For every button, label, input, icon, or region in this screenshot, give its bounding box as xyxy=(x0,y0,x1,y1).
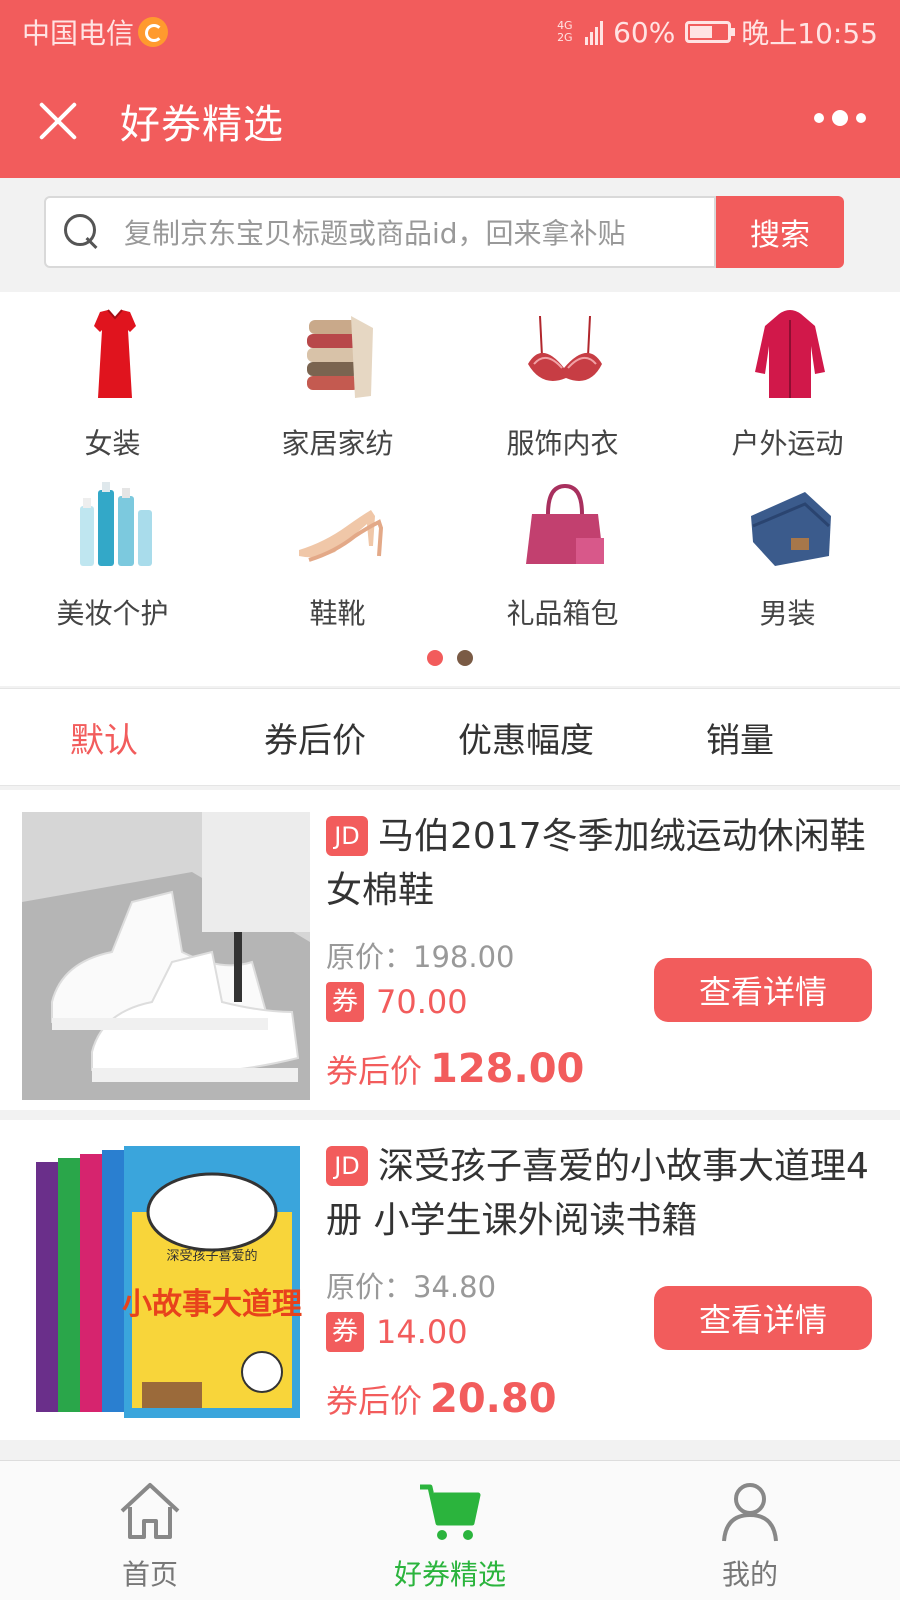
original-price-value: 198.00 xyxy=(413,940,515,974)
carousel-dot-active[interactable] xyxy=(427,650,443,666)
view-details-button[interactable]: 查看详情 xyxy=(654,958,872,1022)
category-outdoor[interactable]: 户外运动 xyxy=(675,292,900,462)
product-info: JD 马伯2017冬季加绒运动休闲鞋女棉鞋 原价：198.00 券 70.00 券后… xyxy=(326,810,880,1092)
tab-default[interactable]: 默认 xyxy=(70,713,138,762)
product-card[interactable]: 深受孩子喜爱的 小故事大道理 JD 深受孩子喜爱的小故事大道理4册 小学生课外阅读… xyxy=(0,1120,900,1440)
category-label: 男装 xyxy=(759,597,816,630)
tab-mine[interactable]: 我的 xyxy=(600,1461,900,1600)
carrier-name: 中国电信 xyxy=(22,17,135,50)
status-indicators: 4G 2G 60% 晚上10:55 xyxy=(557,12,878,52)
app-header: 中国电信 4G 2G 60% 晚上10:55 好券精选 xyxy=(0,0,900,178)
jd-badge: JD xyxy=(326,1146,368,1186)
product-title-text: 深受孩子喜爱的小故事大道理4册 小学生课外阅读书籍 xyxy=(326,1146,869,1241)
product-info: JD 深受孩子喜爱的小故事大道理4册 小学生课外阅读书籍 原价：34.80 券 14… xyxy=(326,1140,880,1422)
product-title[interactable]: JD 深受孩子喜爱的小故事大道理4册 小学生课外阅读书籍 xyxy=(326,1140,880,1248)
tab-coupon-price[interactable]: 券后价 xyxy=(264,713,366,762)
coupon-value: 14.00 xyxy=(376,1313,468,1351)
coupon-badge: 券 xyxy=(326,982,364,1022)
close-icon[interactable] xyxy=(36,98,80,142)
book-cover-title: 小故事大道理 xyxy=(122,1287,302,1322)
heels-icon xyxy=(299,510,384,562)
dress-icon xyxy=(94,309,136,398)
category-men[interactable]: 男装 xyxy=(675,462,900,632)
category-label: 礼品箱包 xyxy=(506,597,619,630)
jd-badge: JD xyxy=(326,816,368,856)
category-bags[interactable]: 礼品箱包 xyxy=(450,462,675,632)
category-underwear[interactable]: 服饰内衣 xyxy=(450,292,675,462)
tab-discount[interactable]: 优惠幅度 xyxy=(458,713,594,762)
coupon-amount: 券 14.00 xyxy=(326,1312,468,1352)
view-details-button[interactable]: 查看详情 xyxy=(654,1286,872,1350)
towels-icon xyxy=(307,316,373,398)
search-box xyxy=(44,196,716,268)
product-card[interactable]: JD 马伯2017冬季加绒运动休闲鞋女棉鞋 原价：198.00 券 70.00 券后… xyxy=(0,790,900,1110)
cart-icon xyxy=(420,1484,481,1540)
original-price-value: 34.80 xyxy=(413,1270,497,1304)
product-image[interactable] xyxy=(22,812,310,1100)
tab-label: 首页 xyxy=(121,1558,178,1591)
status-bar: 中国电信 4G 2G 60% 晚上10:55 xyxy=(0,0,900,62)
search-icon xyxy=(62,212,102,252)
jeans-icon xyxy=(751,492,831,566)
final-price-value: 128.00 xyxy=(430,1046,585,1092)
search-bar: 搜索 xyxy=(0,178,900,290)
original-price: 原价：198.00 xyxy=(326,934,515,976)
category-label: 女装 xyxy=(84,427,141,460)
final-price-label: 券后价 xyxy=(326,1052,423,1090)
category-shoes[interactable]: 鞋靴 xyxy=(225,462,450,632)
product-image[interactable]: 深受孩子喜爱的 小故事大道理 xyxy=(22,1142,310,1430)
battery-icon xyxy=(685,21,736,43)
tab-home[interactable]: 首页 xyxy=(0,1461,300,1600)
book-set-image: 深受孩子喜爱的 小故事大道理 xyxy=(22,1142,310,1430)
user-icon xyxy=(722,1483,778,1542)
bottom-tab-bar: 首页 好券精选 我的 xyxy=(0,1460,900,1600)
category-label: 美妆个护 xyxy=(56,597,169,630)
final-price-value: 20.80 xyxy=(430,1376,557,1422)
handbag-icon xyxy=(526,483,604,564)
tab-sales[interactable]: 销量 xyxy=(706,713,774,762)
category-label: 家居家纺 xyxy=(281,427,394,460)
category-label: 鞋靴 xyxy=(309,597,366,630)
final-price: 券后价 20.80 xyxy=(326,1376,557,1422)
original-price-label: 原价： xyxy=(326,1270,414,1304)
product-title[interactable]: JD 马伯2017冬季加绒运动休闲鞋女棉鞋 xyxy=(326,810,880,918)
coupon-value: 70.00 xyxy=(376,983,468,1021)
category-label: 服饰内衣 xyxy=(506,427,619,460)
tab-label: 我的 xyxy=(721,1558,778,1591)
sneaker-image xyxy=(22,812,310,1100)
category-women[interactable]: 女装 xyxy=(0,292,225,462)
jacket-icon xyxy=(755,310,825,398)
signal-icon xyxy=(585,19,604,45)
skincare-icon xyxy=(80,482,152,566)
carrier-app-icon xyxy=(138,17,169,47)
book-cover-subtitle: 深受孩子喜爱的 xyxy=(166,1248,257,1264)
original-price-label: 原价： xyxy=(326,940,414,974)
category-grid: 女装 家居家纺 服饰内衣 户外运动 美妆个护 鞋靴 礼品箱包 男装 xyxy=(0,292,900,686)
clock: 晚上10:55 xyxy=(741,17,878,50)
tab-label: 好券精选 xyxy=(393,1558,506,1591)
network-type: 4G 2G xyxy=(557,19,573,44)
coupon-amount: 券 70.00 xyxy=(326,982,468,1022)
battery-percent: 60% xyxy=(613,15,676,49)
tab-coupons[interactable]: 好券精选 xyxy=(300,1461,600,1600)
search-input[interactable] xyxy=(124,210,704,256)
search-button[interactable]: 搜索 xyxy=(716,196,844,268)
more-dots-icon[interactable] xyxy=(814,108,866,128)
home-icon xyxy=(120,1483,180,1539)
carrier-info: 中国电信 xyxy=(22,12,169,52)
nav-bar: 好券精选 xyxy=(0,62,900,178)
category-home-textile[interactable]: 家居家纺 xyxy=(225,292,450,462)
sort-tabs: 默认 券后价 优惠幅度 销量 xyxy=(0,688,900,786)
lingerie-icon xyxy=(528,315,602,381)
final-price: 券后价 128.00 xyxy=(326,1046,584,1092)
category-beauty[interactable]: 美妆个护 xyxy=(0,462,225,632)
carousel-dot[interactable] xyxy=(457,650,473,666)
category-label: 户外运动 xyxy=(731,427,844,460)
original-price: 原价：34.80 xyxy=(326,1264,496,1306)
carousel-indicator xyxy=(0,650,900,666)
coupon-badge: 券 xyxy=(326,1312,364,1352)
product-title-text: 马伯2017冬季加绒运动休闲鞋女棉鞋 xyxy=(326,816,866,911)
page-title: 好券精选 xyxy=(120,102,284,148)
final-price-label: 券后价 xyxy=(326,1382,423,1420)
